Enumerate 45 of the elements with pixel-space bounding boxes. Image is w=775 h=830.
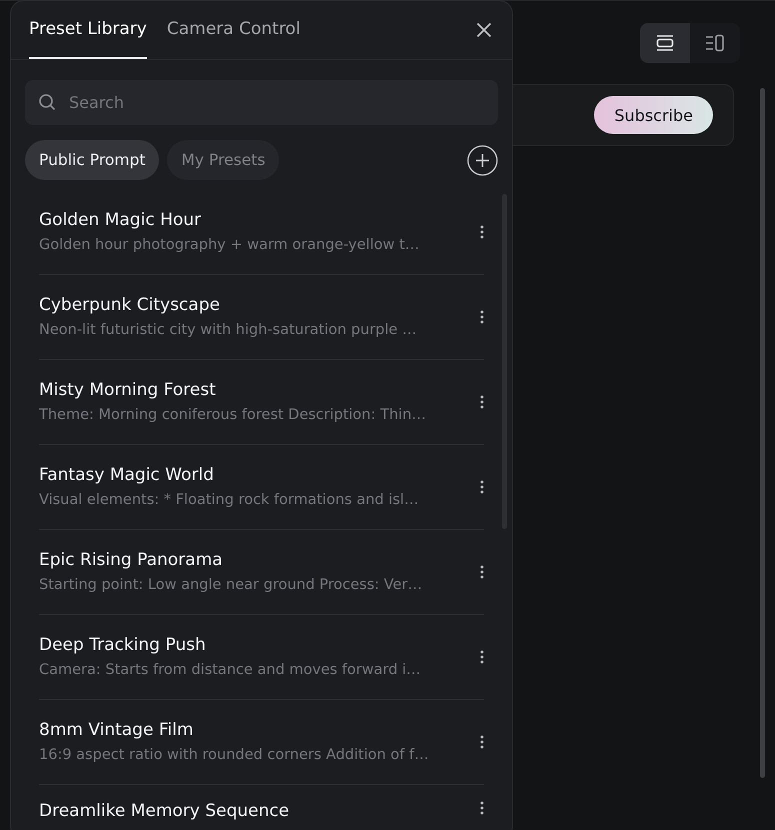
sidebar-layout-icon bbox=[705, 33, 725, 53]
tab[interactable]: Camera Control bbox=[166, 1, 300, 59]
preset-description: Golden hour photography + warm orange-yellow t… bbox=[39, 236, 420, 254]
preset-title: Epic Rising Panorama bbox=[39, 550, 224, 570]
preset-title: Misty Morning Forest bbox=[39, 380, 217, 400]
more-icon[interactable] bbox=[480, 565, 484, 579]
more-icon[interactable] bbox=[480, 225, 484, 239]
stacked-view-button[interactable] bbox=[640, 23, 690, 63]
preset-description: Visual elements: * Floating rock formations and isl… bbox=[39, 491, 420, 509]
more-icon[interactable] bbox=[480, 310, 484, 324]
preset-description: 16:9 aspect ratio with rounded corners Addition of f… bbox=[39, 746, 430, 764]
preset-description: Theme: Morning coniferous forest Description: Thin… bbox=[39, 406, 428, 424]
preset-title: Dreamlike Memory Sequence bbox=[39, 801, 290, 821]
preset-item[interactable]: 8mm Vintage Film 16:9 aspect ratio with rounded corners Addition of f… bbox=[39, 700, 484, 785]
preset-item[interactable]: Cyberpunk Cityscape Neon-lit futuristic city with high-saturation purple … bbox=[39, 275, 484, 360]
preset-title: 8mm Vintage Film bbox=[39, 720, 194, 740]
tab[interactable]: Preset Library bbox=[29, 1, 147, 59]
preset-title: Fantasy Magic World bbox=[39, 465, 215, 485]
more-icon[interactable] bbox=[480, 650, 484, 664]
preset-title: Cyberpunk Cityscape bbox=[39, 295, 221, 315]
filter-chip[interactable]: Public Prompt bbox=[25, 140, 160, 180]
preset-title: Golden Magic Hour bbox=[39, 210, 202, 230]
more-icon[interactable] bbox=[480, 735, 484, 749]
preset-item[interactable]: Deep Tracking Push Camera: Starts from distance and moves forward i… bbox=[39, 615, 484, 700]
more-icon[interactable] bbox=[480, 480, 484, 494]
preset-item[interactable]: Golden Magic Hour Golden hour photography + warm orange-yellow t… bbox=[39, 190, 484, 275]
more-icon[interactable] bbox=[480, 801, 484, 815]
preset-description: Neon-lit futuristic city with high-saturation purple … bbox=[39, 321, 418, 339]
preset-item[interactable]: Misty Morning Forest Theme: Morning coniferous forest Description: Thin… bbox=[39, 360, 484, 445]
subscribe-button[interactable]: Subscribe bbox=[594, 96, 713, 134]
search-icon bbox=[38, 93, 56, 111]
stacked-layout-icon bbox=[655, 33, 675, 53]
more-icon[interactable] bbox=[480, 395, 484, 409]
preset-item[interactable]: Fantasy Magic World Visual elements: * Floating rock formations and isl… bbox=[39, 445, 484, 530]
preset-description: Starting point: Low angle near ground Process: Ver… bbox=[39, 576, 424, 594]
sidebar-view-button[interactable] bbox=[690, 23, 740, 63]
scrollbar[interactable] bbox=[760, 88, 765, 778]
filter-chip[interactable]: My Presets bbox=[167, 140, 280, 180]
close-icon[interactable] bbox=[476, 22, 492, 38]
preset-item[interactable]: Epic Rising Panorama Starting point: Low angle near ground Process: Ver… bbox=[39, 530, 484, 615]
add-icon[interactable] bbox=[467, 144, 498, 176]
preset-item[interactable]: Dreamlike Memory Sequence bbox=[39, 785, 484, 830]
search-field[interactable]: Search bbox=[25, 80, 498, 125]
preset-description: Camera: Starts from distance and moves forward i… bbox=[39, 661, 422, 679]
preset-title: Deep Tracking Push bbox=[39, 635, 207, 655]
